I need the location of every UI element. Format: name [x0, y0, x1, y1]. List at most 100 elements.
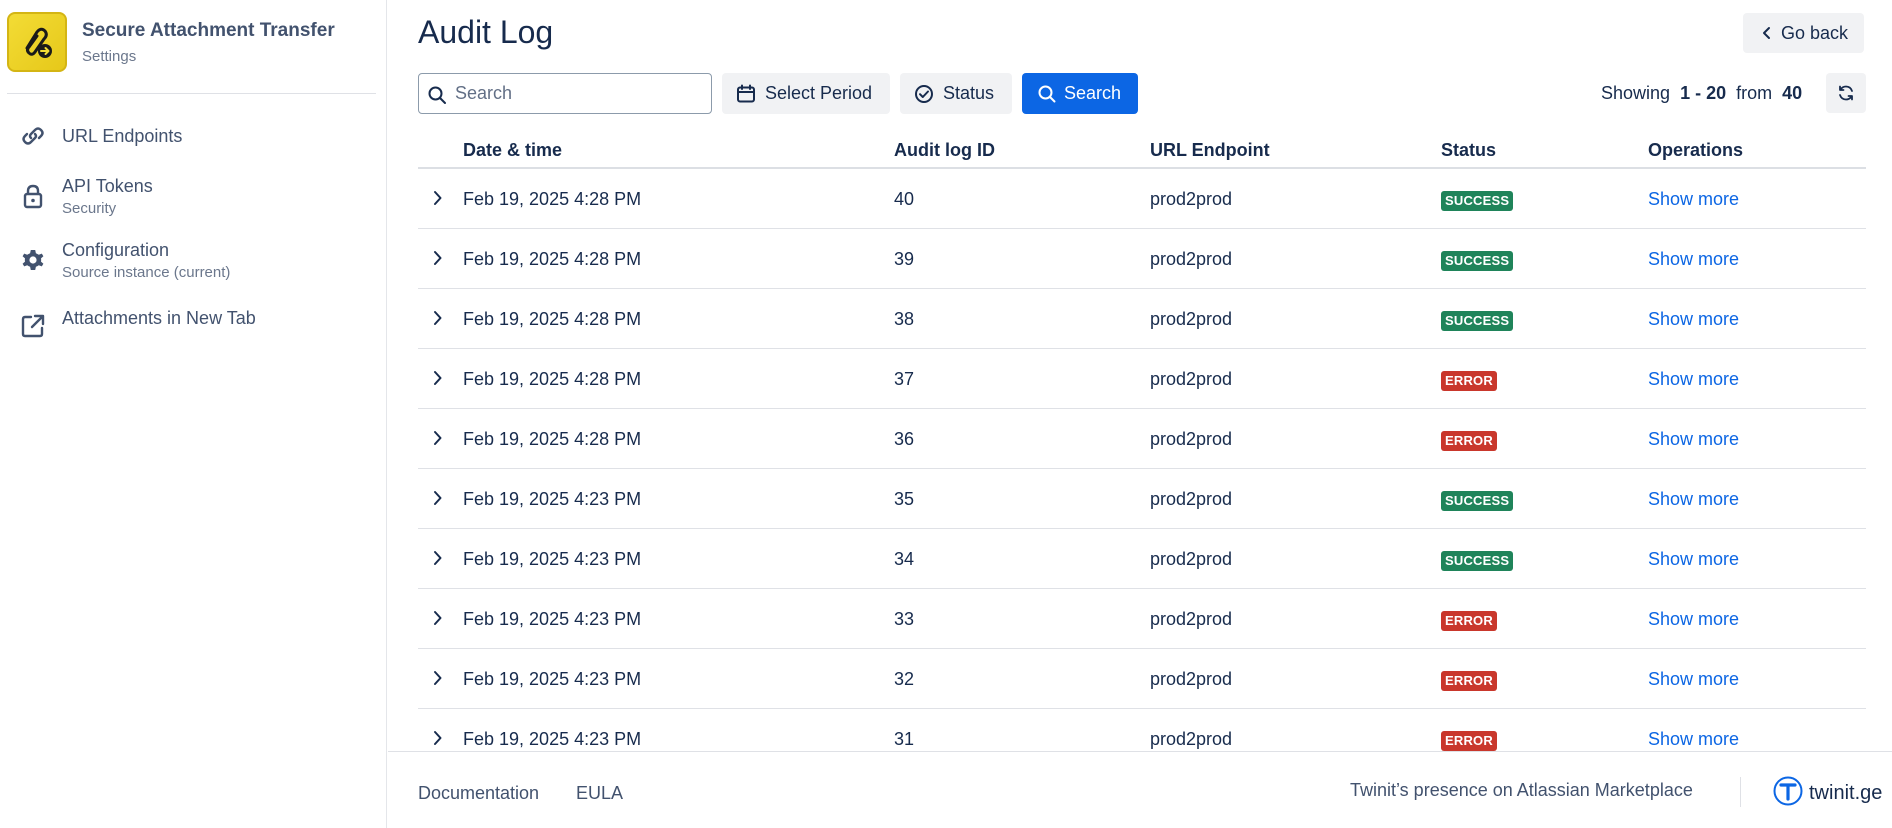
- showing-from: from: [1736, 83, 1773, 103]
- cell-endpoint: prod2prod: [1150, 189, 1233, 209]
- cell-audit-id: 36: [894, 429, 915, 449]
- search-button[interactable]: Search: [1022, 73, 1138, 114]
- pagination-summary: Showing 1 - 20 from 40: [1601, 83, 1802, 104]
- sidebar-item-attachments-new-tab[interactable]: Attachments in New Tab: [0, 298, 387, 354]
- sidebar-item-label: Configuration: [62, 240, 170, 260]
- sidebar-item-label: URL Endpoints: [62, 126, 183, 146]
- check-circle-icon: [915, 85, 933, 103]
- external-link-icon: [21, 314, 45, 338]
- refresh-button[interactable]: [1826, 73, 1866, 113]
- sidebar-item-sublabel: Source instance (current): [62, 264, 231, 281]
- table-row: Feb 19, 2025 4:23 PM 31 prod2prod ERROR Show…: [418, 709, 1866, 751]
- show-more-link[interactable]: Show more: [1648, 609, 1739, 630]
- chevron-right-icon[interactable]: [428, 728, 448, 748]
- chevron-right-icon[interactable]: [428, 188, 448, 208]
- status-badge: ERROR: [1441, 371, 1497, 391]
- cell-date: Feb 19, 2025 4:28 PM: [463, 249, 642, 269]
- link-icon: [22, 127, 44, 145]
- marketplace-link[interactable]: Twinit’s presence on Atlassian Marketpla…: [1350, 780, 1693, 801]
- twinit-brand-label: twinit.ge: [1809, 782, 1883, 804]
- documentation-link[interactable]: Documentation: [418, 783, 539, 804]
- show-more-link[interactable]: Show more: [1648, 429, 1739, 450]
- chevron-right-icon[interactable]: [428, 428, 448, 448]
- sidebar: Secure Attachment Transfer Settings URL …: [0, 0, 387, 828]
- calendar-icon: [737, 84, 755, 103]
- app-logo: [7, 12, 67, 72]
- chevron-right-icon[interactable]: [428, 248, 448, 268]
- status-filter-button[interactable]: Status: [900, 73, 1012, 114]
- show-more-link[interactable]: Show more: [1648, 669, 1739, 690]
- cell-date: Feb 19, 2025 4:28 PM: [463, 189, 642, 209]
- refresh-icon: [1839, 85, 1853, 101]
- column-header-endpoint: URL Endpoint: [1150, 140, 1270, 160]
- app-title: Secure Attachment Transfer: [82, 20, 335, 41]
- table-row: Feb 19, 2025 4:23 PM 35 prod2prod SUCCESS Sh…: [418, 469, 1866, 529]
- cell-date: Feb 19, 2025 4:23 PM: [463, 729, 642, 749]
- chevron-right-icon[interactable]: [428, 368, 448, 388]
- cell-audit-id: 38: [894, 309, 915, 329]
- status-badge: ERROR: [1441, 731, 1497, 751]
- cell-audit-id: 40: [894, 189, 915, 209]
- chevron-right-icon[interactable]: [428, 608, 448, 628]
- go-back-label: Go back: [1781, 23, 1849, 43]
- table-row: Feb 19, 2025 4:28 PM 38 prod2prod SUCCESS Sh…: [418, 289, 1866, 349]
- sidebar-item-configuration[interactable]: Configuration Source instance (current): [0, 235, 387, 291]
- cell-endpoint: prod2prod: [1150, 669, 1233, 689]
- page-title: Audit Log: [418, 14, 554, 50]
- showing-total: 40: [1782, 83, 1803, 103]
- cell-date: Feb 19, 2025 4:23 PM: [463, 549, 642, 569]
- show-more-link[interactable]: Show more: [1648, 309, 1739, 330]
- column-header-operations: Operations: [1648, 140, 1744, 160]
- chevron-right-icon[interactable]: [428, 668, 448, 688]
- cell-audit-id: 35: [894, 489, 915, 509]
- search-icon: [428, 86, 446, 104]
- cell-endpoint: prod2prod: [1150, 309, 1233, 329]
- table-header: Date & time Audit log ID URL Endpoint St…: [418, 134, 1866, 169]
- status-filter-label: Status: [943, 83, 995, 103]
- table-body: Feb 19, 2025 4:28 PM 40 prod2prod SUCCESS Sh…: [418, 169, 1866, 751]
- cell-audit-id: 39: [894, 249, 915, 269]
- table-row: Feb 19, 2025 4:23 PM 33 prod2prod ERROR Show…: [418, 589, 1866, 649]
- show-more-link[interactable]: Show more: [1648, 369, 1739, 390]
- sidebar-divider: [7, 93, 376, 94]
- chevron-right-icon[interactable]: [428, 548, 448, 568]
- table-row: Feb 19, 2025 4:28 PM 40 prod2prod SUCCESS Sh…: [418, 169, 1866, 229]
- show-more-link[interactable]: Show more: [1648, 489, 1739, 510]
- cell-endpoint: prod2prod: [1150, 369, 1233, 389]
- app-header: Secure Attachment Transfer Settings: [0, 0, 387, 94]
- sidebar-item-label: Attachments in New Tab: [62, 308, 256, 328]
- eula-link[interactable]: EULA: [576, 783, 623, 804]
- select-period-button[interactable]: Select Period: [722, 73, 890, 114]
- footer-divider: [1740, 777, 1741, 807]
- show-more-link[interactable]: Show more: [1648, 549, 1739, 570]
- cell-audit-id: 33: [894, 609, 915, 629]
- chevron-right-icon[interactable]: [428, 308, 448, 328]
- sidebar-item-api-tokens[interactable]: API Tokens Security: [0, 170, 387, 226]
- gear-icon: [22, 250, 44, 270]
- search-field[interactable]: [418, 73, 712, 114]
- cell-endpoint: prod2prod: [1150, 429, 1233, 449]
- cell-audit-id: 34: [894, 549, 915, 569]
- select-period-label: Select Period: [765, 83, 873, 103]
- status-badge: SUCCESS: [1441, 491, 1514, 511]
- go-back-button[interactable]: Go back: [1743, 13, 1864, 53]
- column-header-date: Date & time: [463, 140, 563, 160]
- sidebar-item-url-endpoints[interactable]: URL Endpoints: [0, 108, 387, 164]
- cell-endpoint: prod2prod: [1150, 489, 1233, 509]
- chevron-right-icon[interactable]: [428, 488, 448, 508]
- column-header-id: Audit log ID: [894, 140, 995, 160]
- chevron-left-icon: [1763, 27, 1770, 39]
- search-input[interactable]: [455, 80, 705, 107]
- table-row: Feb 19, 2025 4:28 PM 37 prod2prod ERROR Show…: [418, 349, 1866, 409]
- show-more-link[interactable]: Show more: [1648, 729, 1739, 750]
- status-badge: SUCCESS: [1441, 251, 1514, 271]
- cell-date: Feb 19, 2025 4:23 PM: [463, 489, 642, 509]
- footer: Documentation EULA Twinit’s presence on …: [388, 751, 1892, 828]
- table-row: Feb 19, 2025 4:23 PM 32 prod2prod ERROR Show…: [418, 649, 1866, 709]
- status-badge: ERROR: [1441, 611, 1497, 631]
- cell-endpoint: prod2prod: [1150, 609, 1233, 629]
- paperclip-transfer-icon: [25, 27, 52, 58]
- show-more-link[interactable]: Show more: [1648, 189, 1739, 210]
- status-badge: SUCCESS: [1441, 311, 1514, 331]
- show-more-link[interactable]: Show more: [1648, 249, 1739, 270]
